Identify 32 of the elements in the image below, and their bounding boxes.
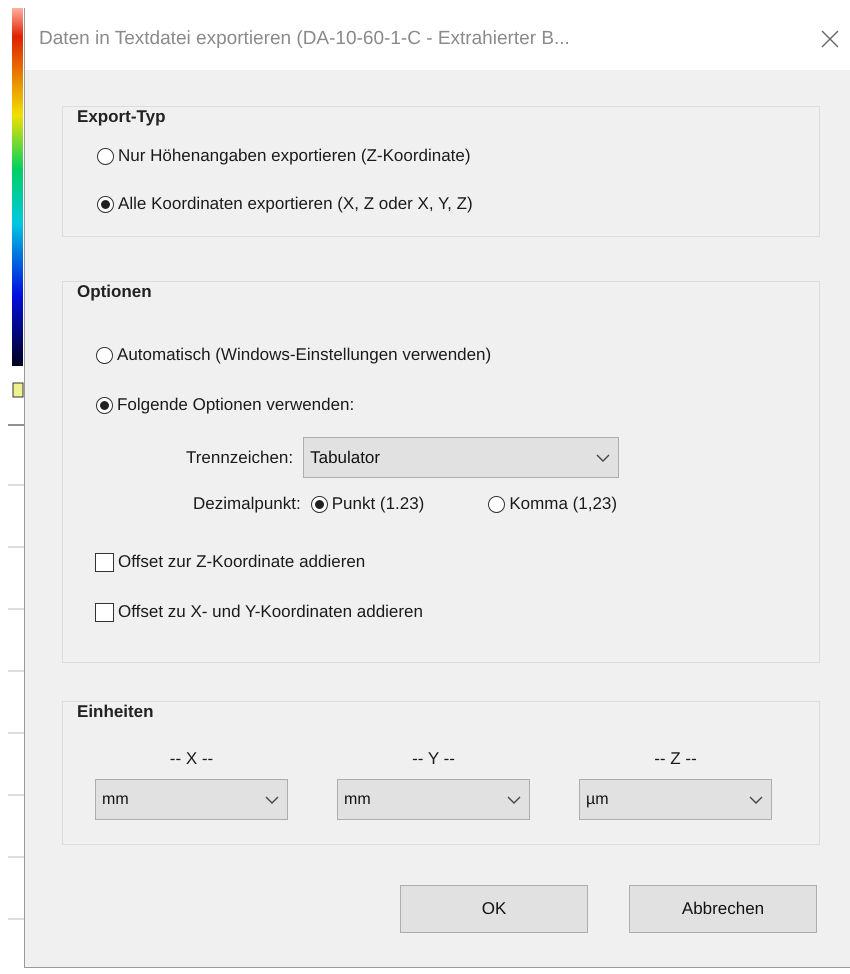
axis-label: -- Z -- bbox=[654, 749, 697, 769]
radio-button[interactable] bbox=[96, 346, 113, 364]
radio-button[interactable] bbox=[310, 496, 328, 512]
radio-button[interactable] bbox=[96, 396, 113, 414]
axis-label: -- Y -- bbox=[412, 749, 455, 769]
close-icon[interactable] bbox=[820, 29, 840, 49]
delimiter-dropdown[interactable]: Tabulator bbox=[303, 437, 620, 478]
axis-label: -- X -- bbox=[170, 749, 214, 769]
radio-button[interactable] bbox=[488, 496, 506, 512]
group-title: Export-Typ bbox=[77, 106, 166, 128]
group-title: Optionen bbox=[77, 281, 153, 303]
radio-label: Komma (1,23) bbox=[509, 494, 618, 514]
ok-button[interactable]: OK bbox=[400, 885, 588, 933]
radio-label: Punkt (1.23) bbox=[332, 494, 424, 514]
checkbox[interactable] bbox=[95, 602, 114, 622]
window-title: Daten in Textdatei exportieren (DA-10-60-1-C - Extrahierter B... bbox=[39, 28, 570, 50]
decimal-label: Dezimalpunkt: bbox=[193, 494, 301, 514]
chevron-icon bbox=[749, 796, 763, 804]
chevron-icon bbox=[596, 454, 610, 462]
unit-dropdown[interactable]: mm bbox=[95, 779, 288, 820]
radio-button[interactable] bbox=[97, 196, 114, 212]
radio-option[interactable]: Punkt (1.23) bbox=[310, 494, 424, 514]
group-title: Einheiten bbox=[77, 701, 155, 723]
unit-dropdown[interactable]: µm bbox=[579, 779, 772, 820]
radio-button[interactable] bbox=[97, 148, 114, 164]
checkbox[interactable] bbox=[95, 552, 114, 572]
chevron-icon bbox=[507, 796, 521, 804]
delimiter-label: Trennzeichen: bbox=[186, 448, 294, 468]
chevron-icon bbox=[265, 796, 279, 804]
radio-option[interactable]: Komma (1,23) bbox=[488, 494, 618, 514]
unit-dropdown[interactable]: mm bbox=[337, 779, 530, 820]
cancel-button[interactable]: Abbrechen bbox=[629, 885, 817, 933]
